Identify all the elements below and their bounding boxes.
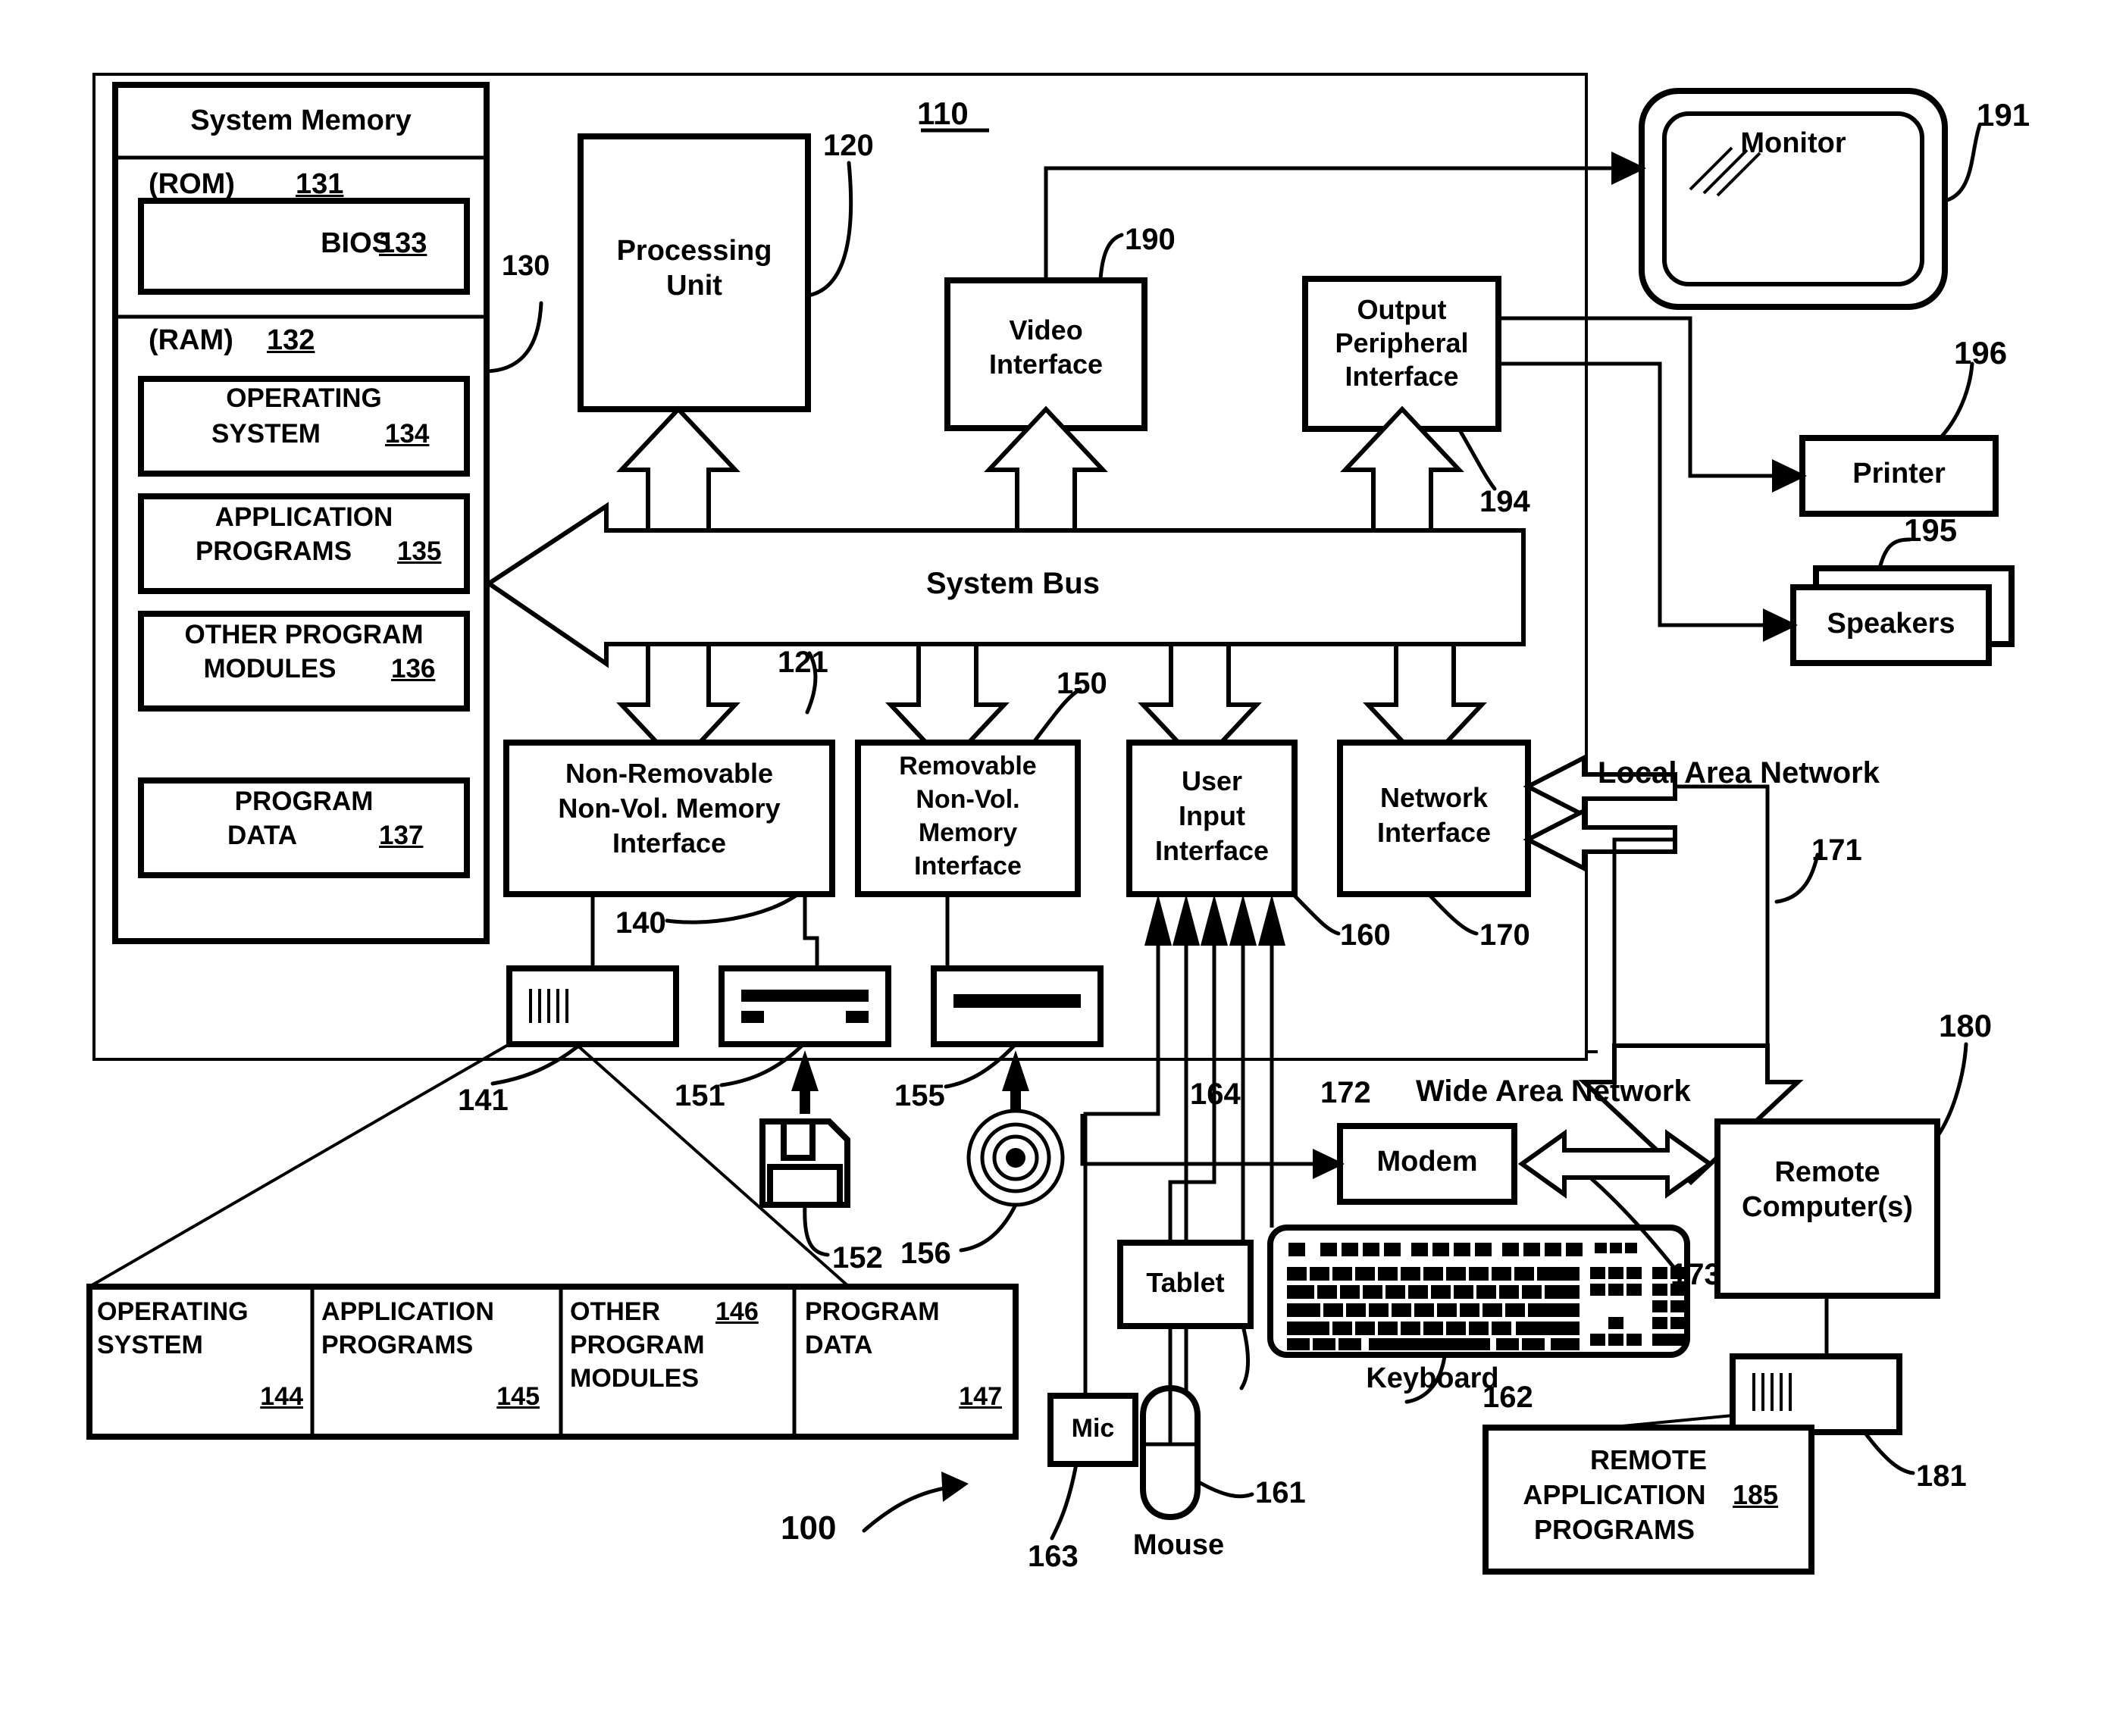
- operating-system-line2: SYSTEM: [211, 419, 321, 449]
- lan-number: 171: [1811, 834, 1862, 867]
- keyboard-label: Keyboard: [1366, 1362, 1499, 1394]
- storage-apps-line1: APPLICATION: [321, 1297, 494, 1326]
- application-programs-line1: APPLICATION: [214, 502, 393, 532]
- output-peripheral-line2: Peripheral: [1335, 327, 1469, 358]
- remote-apps-line1: REMOTE: [1589, 1444, 1707, 1475]
- monitor-label: Monitor: [1740, 127, 1846, 159]
- storage-os-number: 144: [260, 1382, 303, 1411]
- remote-apps-number: 185: [1733, 1479, 1779, 1510]
- system-memory-ref-number: 130: [502, 250, 550, 282]
- wan-number: 173: [1670, 1258, 1721, 1291]
- remote-computer-number: 180: [1939, 1008, 1993, 1043]
- removable-number: 150: [1057, 667, 1107, 700]
- storage-other-number: 146: [715, 1297, 759, 1326]
- system-memory-title: System Memory: [190, 105, 412, 136]
- removable-line1: Removable: [899, 752, 1037, 780]
- tablet-label: Tablet: [1146, 1267, 1225, 1298]
- optical-disc-number: 156: [900, 1237, 951, 1270]
- keyboard-number: 162: [1483, 1381, 1533, 1414]
- bios-number: 133: [379, 227, 427, 259]
- optical-drive-number: 155: [894, 1079, 945, 1112]
- system-bus-label: System Bus: [926, 567, 1100, 600]
- non-removable-line1: Non-Removable: [565, 758, 774, 789]
- floppy-disk-number: 152: [832, 1241, 883, 1275]
- processing-unit-line1: Processing: [616, 235, 772, 267]
- mic-number: 163: [1028, 1540, 1079, 1573]
- program-data-number: 137: [379, 821, 424, 850]
- remote-apps-line3: PROGRAMS: [1533, 1514, 1695, 1545]
- non-removable-number: 140: [615, 906, 666, 940]
- program-data-line2: DATA: [227, 821, 297, 850]
- video-interface-line2: Interface: [988, 349, 1104, 380]
- modem-label: Modem: [1376, 1146, 1478, 1178]
- remote-storage-number: 181: [1916, 1459, 1967, 1493]
- user-input-line3: Interface: [1154, 835, 1270, 866]
- patent-figure-canvas: System Memory (ROM) 131 BIOS 133 (RAM) 1…: [0, 0, 2104, 1736]
- network-interface-number: 170: [1479, 918, 1530, 952]
- storage-apps-number: 145: [496, 1382, 540, 1411]
- floppy-drive-number: 151: [675, 1079, 725, 1112]
- storage-other-line2: PROGRAM: [570, 1331, 705, 1359]
- other-program-modules-line1: OTHER PROGRAM: [184, 620, 424, 649]
- other-program-modules-number: 136: [391, 654, 436, 683]
- storage-apps-line2: PROGRAMS: [321, 1331, 474, 1359]
- remote-computer-line2: Computer(s): [1742, 1191, 1913, 1223]
- figure-number-100: 100: [781, 1509, 837, 1547]
- ram-label: (RAM): [149, 324, 233, 356]
- non-removable-line3: Interface: [612, 827, 727, 859]
- user-input-line1: User: [1181, 765, 1243, 796]
- tablet-number: 164: [1190, 1078, 1241, 1111]
- output-peripheral-number: 194: [1479, 485, 1530, 518]
- video-interface-number: 190: [1125, 223, 1176, 256]
- storage-data-number: 147: [959, 1382, 1002, 1411]
- storage-other-line1: OTHER: [570, 1297, 660, 1326]
- operating-system-number: 134: [385, 419, 430, 449]
- output-peripheral-line1: Output: [1357, 294, 1447, 325]
- remote-apps-line2: APPLICATION: [1523, 1479, 1706, 1510]
- rom-label: (ROM): [149, 168, 235, 200]
- application-programs-line2: PROGRAMS: [195, 536, 352, 566]
- remote-computer-line1: Remote: [1774, 1156, 1880, 1188]
- system-bus-number: 121: [778, 646, 828, 679]
- modem-number: 172: [1320, 1076, 1371, 1109]
- ram-number: 132: [267, 324, 315, 356]
- processing-unit-line2: Unit: [666, 270, 722, 302]
- storage-os-line1: OPERATING: [97, 1297, 249, 1326]
- printer-number: 196: [1954, 335, 2008, 371]
- program-data-line1: PROGRAM: [234, 787, 374, 816]
- application-programs-number: 135: [397, 536, 442, 566]
- speakers-label: Speakers: [1827, 608, 1955, 640]
- user-input-number: 160: [1340, 918, 1391, 952]
- processing-unit-number: 120: [823, 129, 874, 162]
- video-interface-line1: Video: [1009, 314, 1083, 346]
- output-peripheral-line3: Interface: [1345, 361, 1459, 392]
- storage-data-line1: PROGRAM: [805, 1297, 940, 1326]
- operating-system-line1: OPERATING: [226, 383, 382, 413]
- rom-number: 131: [296, 168, 344, 200]
- storage-os-line2: SYSTEM: [97, 1331, 203, 1359]
- network-interface-line2: Interface: [1376, 817, 1492, 848]
- removable-line4: Interface: [914, 852, 1022, 881]
- other-program-modules-line2: MODULES: [203, 654, 337, 683]
- user-input-line2: Input: [1179, 800, 1245, 831]
- system-number-110: 110: [917, 95, 969, 131]
- network-interface-line1: Network: [1379, 782, 1489, 813]
- hard-disk-number: 141: [458, 1084, 509, 1117]
- mouse-label: Mouse: [1132, 1529, 1225, 1561]
- printer-label: Printer: [1852, 458, 1946, 490]
- removable-line2: Non-Vol.: [916, 785, 1020, 814]
- bios-label: BIOS: [321, 227, 391, 259]
- storage-data-line2: DATA: [805, 1331, 873, 1359]
- mouse-number: 161: [1255, 1476, 1306, 1509]
- monitor-number: 191: [1977, 97, 2030, 133]
- mic-label: Mic: [1071, 1414, 1115, 1443]
- non-removable-line2: Non-Vol. Memory: [558, 793, 781, 824]
- storage-other-line3: MODULES: [570, 1364, 699, 1393]
- lan-label: Local Area Network: [1598, 756, 1880, 790]
- wan-label: Wide Area Network: [1416, 1074, 1691, 1108]
- speakers-number: 195: [1904, 512, 1958, 548]
- removable-line3: Memory: [918, 818, 1018, 847]
